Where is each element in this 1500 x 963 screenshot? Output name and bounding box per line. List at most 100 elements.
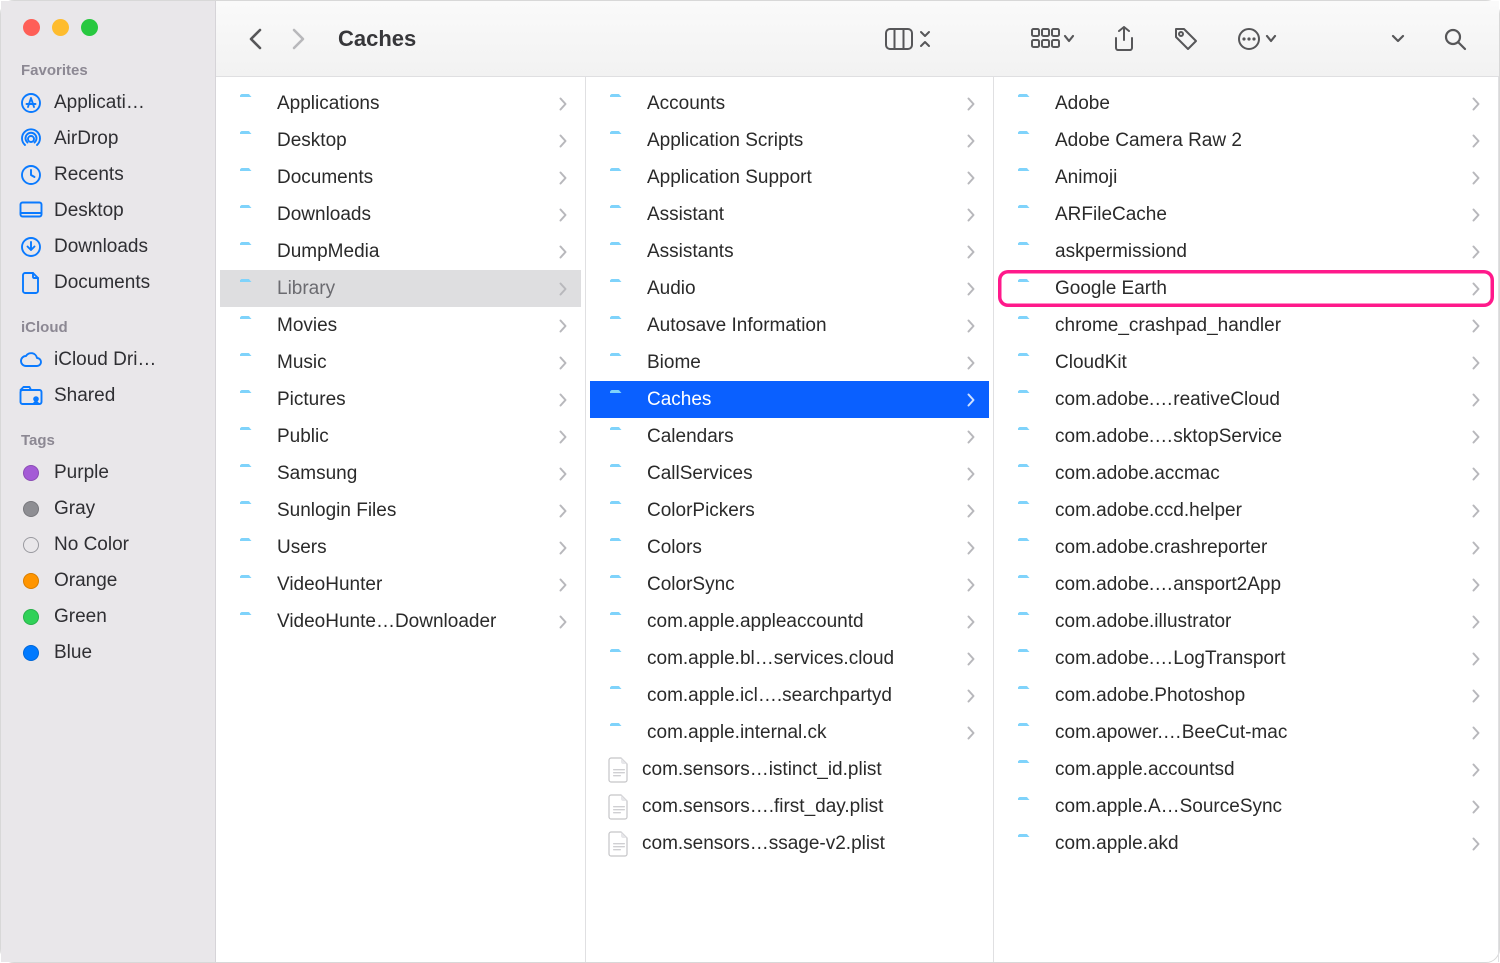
file-row[interactable]: Colors [590, 529, 989, 566]
file-row[interactable]: com.adobe.crashreporter [998, 529, 1494, 566]
file-row[interactable]: com.adobe.Photoshop [998, 677, 1494, 714]
file-name: Audio [647, 278, 955, 300]
chevron-right-icon [1472, 245, 1480, 259]
sidebar-item[interactable]: Gray [7, 491, 209, 527]
file-name: Google Earth [1055, 278, 1460, 300]
file-row[interactable]: Applications [220, 85, 581, 122]
sidebar-item[interactable]: Green [7, 599, 209, 635]
file-row[interactable]: com.apple.icl….searchpartyd [590, 677, 989, 714]
action-menu-button[interactable] [1231, 21, 1285, 57]
file-row[interactable]: Music [220, 344, 581, 381]
file-row[interactable]: com.apple.akd [998, 825, 1494, 862]
group-by-button[interactable] [1025, 22, 1081, 56]
chevron-right-icon [559, 282, 567, 296]
file-row[interactable]: Audio [590, 270, 989, 307]
chevron-right-icon [559, 578, 567, 592]
sidebar-item[interactable]: Desktop [7, 193, 209, 229]
sidebar-item[interactable]: Purple [7, 455, 209, 491]
back-button[interactable] [242, 21, 270, 57]
sidebar-item[interactable]: Shared [7, 378, 209, 414]
file-row[interactable]: chrome_crashpad_handler [998, 307, 1494, 344]
file-row[interactable]: Documents [220, 159, 581, 196]
sidebar-item[interactable]: Downloads [7, 229, 209, 265]
folder-icon [1016, 93, 1043, 115]
file-row[interactable]: com.apple.bl…services.cloud [590, 640, 989, 677]
file-row[interactable]: com.adobe.accmac [998, 455, 1494, 492]
zoom-window-button[interactable] [81, 19, 98, 36]
tags-button[interactable] [1167, 20, 1205, 58]
sidebar-item[interactable]: iCloud Dri… [7, 342, 209, 378]
file-row[interactable]: ColorPickers [590, 492, 989, 529]
file-row[interactable]: askpermissiond [998, 233, 1494, 270]
file-name: VideoHunter [277, 574, 547, 596]
file-row[interactable]: Users [220, 529, 581, 566]
file-row[interactable]: Library [220, 270, 581, 307]
file-row[interactable]: Caches [590, 381, 989, 418]
sidebar-group-header: Favorites [7, 58, 209, 85]
chevron-right-icon [1472, 541, 1480, 555]
file-row[interactable]: ColorSync [590, 566, 989, 603]
file-row[interactable]: com.adobe.ccd.helper [998, 492, 1494, 529]
file-row[interactable]: Google Earth [998, 270, 1494, 307]
file-row[interactable]: Samsung [220, 455, 581, 492]
file-row[interactable]: Public [220, 418, 581, 455]
file-row[interactable]: com.sensors…ssage-v2.plist [590, 825, 989, 862]
file-row[interactable]: Assistants [590, 233, 989, 270]
column-0[interactable]: ApplicationsDesktopDocumentsDownloadsDum… [216, 77, 586, 962]
file-row[interactable]: Biome [590, 344, 989, 381]
sidebar-item[interactable]: Recents [7, 157, 209, 193]
file-row[interactable]: com.apple.internal.ck [590, 714, 989, 751]
file-row[interactable]: com.apple.accountsd [998, 751, 1494, 788]
file-row[interactable]: Animoji [998, 159, 1494, 196]
column-1[interactable]: AccountsApplication ScriptsApplication S… [586, 77, 994, 962]
search-button[interactable] [1437, 21, 1473, 57]
overflow-menu-button[interactable] [1385, 26, 1411, 52]
forward-button[interactable] [284, 21, 312, 57]
file-row[interactable]: com.apple.A…SourceSync [998, 788, 1494, 825]
file-row[interactable]: DumpMedia [220, 233, 581, 270]
file-row[interactable]: Pictures [220, 381, 581, 418]
file-row[interactable]: Accounts [590, 85, 989, 122]
file-row[interactable]: com.adobe.…LogTransport [998, 640, 1494, 677]
sidebar-item[interactable]: Applicati… [7, 85, 209, 121]
file-row[interactable]: Downloads [220, 196, 581, 233]
file-row[interactable]: com.adobe.…reativeCloud [998, 381, 1494, 418]
file-row[interactable]: CallServices [590, 455, 989, 492]
file-row[interactable]: Autosave Information [590, 307, 989, 344]
sidebar-item-label: Desktop [54, 200, 124, 222]
file-name: com.adobe.…ansport2App [1055, 574, 1460, 596]
sidebar-item[interactable]: No Color [7, 527, 209, 563]
file-row[interactable]: Calendars [590, 418, 989, 455]
file-row[interactable]: com.sensors…istinct_id.plist [590, 751, 989, 788]
file-row[interactable]: Sunlogin Files [220, 492, 581, 529]
file-row[interactable]: Movies [220, 307, 581, 344]
file-row[interactable]: Desktop [220, 122, 581, 159]
file-row[interactable]: Application Scripts [590, 122, 989, 159]
close-window-button[interactable] [23, 19, 40, 36]
file-row[interactable]: Assistant [590, 196, 989, 233]
file-row[interactable]: Adobe [998, 85, 1494, 122]
sidebar-item[interactable]: Documents [7, 265, 209, 301]
column-2[interactable]: AdobeAdobe Camera Raw 2AnimojiARFileCach… [994, 77, 1499, 962]
file-row[interactable]: com.apple.appleaccountd [590, 603, 989, 640]
airdrop-icon [19, 128, 43, 150]
view-columns-button[interactable] [879, 21, 937, 57]
minimize-window-button[interactable] [52, 19, 69, 36]
file-row[interactable]: com.adobe.…sktopService [998, 418, 1494, 455]
file-row[interactable]: com.adobe.…ansport2App [998, 566, 1494, 603]
file-row[interactable]: CloudKit [998, 344, 1494, 381]
share-button[interactable] [1107, 20, 1141, 58]
sidebar-item[interactable]: Blue [7, 635, 209, 671]
file-row[interactable]: com.adobe.illustrator [998, 603, 1494, 640]
file-name: Autosave Information [647, 315, 955, 337]
file-row[interactable]: com.sensors….first_day.plist [590, 788, 989, 825]
file-row[interactable]: Adobe Camera Raw 2 [998, 122, 1494, 159]
sidebar-item[interactable]: AirDrop [7, 121, 209, 157]
file-row[interactable]: VideoHunte…Downloader [220, 603, 581, 640]
file-row[interactable]: ARFileCache [998, 196, 1494, 233]
folder-icon [608, 463, 635, 485]
file-row[interactable]: VideoHunter [220, 566, 581, 603]
sidebar-item[interactable]: Orange [7, 563, 209, 599]
file-row[interactable]: com.apower.…BeeCut-mac [998, 714, 1494, 751]
file-row[interactable]: Application Support [590, 159, 989, 196]
